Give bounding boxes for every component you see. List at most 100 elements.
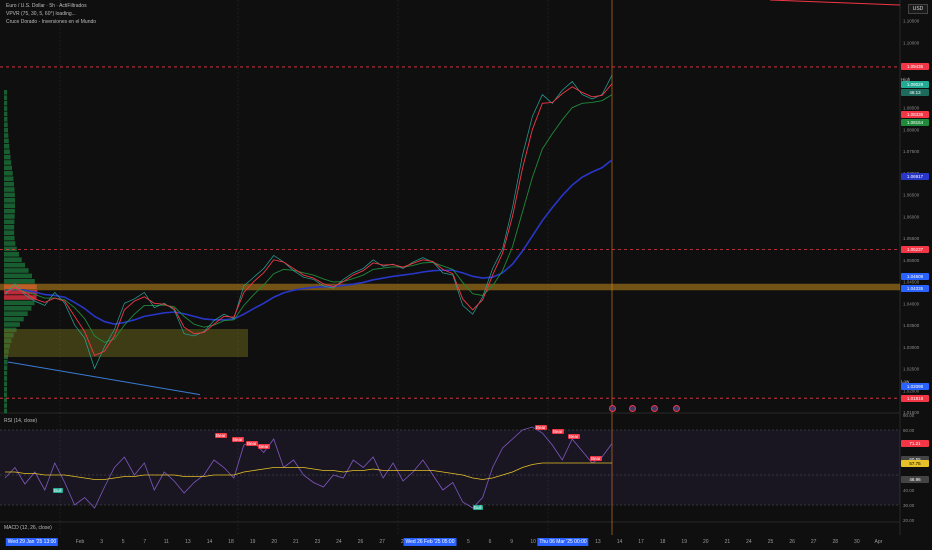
time-tick: 5 (121, 539, 125, 545)
time-tick: 27 (810, 539, 817, 545)
sell-signal: Bear (232, 437, 244, 442)
rsi-title[interactable]: RSI (14, close) (4, 418, 37, 424)
profile-bar (4, 306, 32, 311)
sell-signal: Bear (535, 425, 547, 430)
time-tick: 7 (143, 539, 147, 545)
time-tick: 21 (724, 539, 731, 545)
rsi-band (0, 430, 900, 505)
profile-bar (4, 111, 8, 117)
time-tick: 23 (314, 539, 321, 545)
indicator-cruce[interactable]: Cruce Dorado - Inversiones en el Mundo (6, 19, 96, 25)
rsi-tick: 30.00 (903, 503, 915, 508)
profile-bar (4, 360, 8, 365)
event-marker-icon[interactable] (609, 405, 616, 412)
time-tick: 18 (228, 539, 234, 545)
time-tick: 9 (510, 539, 513, 545)
price-tick: 1.05500 (903, 236, 920, 241)
profile-bar (4, 225, 15, 230)
ema-mid-line (4, 94, 613, 343)
time-tick: 27 (379, 539, 385, 545)
buy-signal: Bull (53, 488, 63, 493)
price-series (4, 74, 613, 370)
price-tick: 1.04500 (903, 280, 920, 285)
time-tick: 24 (336, 539, 342, 545)
price-tick: 1.06500 (903, 193, 920, 198)
profile-bar (4, 192, 15, 198)
time-highlight: Wed 26 Feb '25 05:00 (403, 538, 457, 546)
price-tag: 1.04335 (901, 285, 929, 293)
event-marker-icon[interactable] (673, 405, 680, 412)
ema-slow-line (4, 159, 613, 325)
profile-bar (4, 95, 8, 100)
time-tick: 14 (206, 539, 213, 545)
profile-bar (4, 214, 15, 219)
profile-bar (4, 376, 8, 381)
price-tick: 1.07500 (903, 149, 920, 154)
profile-bar (4, 408, 8, 414)
rsi-tick: 20.00 (903, 518, 915, 523)
time-tick: 13 (595, 539, 601, 545)
profile-bar (4, 165, 12, 171)
trend-line-top (769, 0, 901, 6)
profile-bar (4, 122, 8, 127)
high-label: High (901, 77, 911, 82)
profile-bar (4, 387, 8, 392)
time-tick: Apr (874, 539, 883, 545)
profile-bar (4, 273, 33, 279)
sell-signal: Bear (258, 444, 270, 449)
profile-bar (4, 203, 16, 208)
time-tick: 28 (832, 539, 839, 545)
profile-bar (4, 279, 35, 284)
sell-signal: Bear (552, 429, 564, 434)
rsi-tag: 57.75 (901, 459, 929, 467)
price-tag: 1.08336 (901, 111, 929, 119)
event-marker-icon[interactable] (651, 405, 658, 412)
profile-bar (4, 252, 19, 257)
time-tick: 14 (616, 539, 623, 545)
profile-bar (4, 370, 8, 376)
time-tick: 13 (185, 539, 191, 545)
price-tick: 1.08000 (903, 127, 920, 132)
trend-line (7, 361, 201, 396)
profile-bar (4, 268, 29, 273)
symbol-title: Euro / U.S. Dollar · 5h · ActiFiltrados (6, 3, 87, 9)
time-tick: 19 (249, 539, 256, 545)
time-highlight: Thu 06 Mar '25 00:00 (537, 538, 589, 546)
macd-title[interactable]: MACD (12, 26, close) (4, 525, 52, 531)
profile-bar (4, 322, 20, 327)
rsi-tick: 40.00 (903, 488, 915, 493)
profile-bar (4, 392, 8, 397)
buy-signal: Bull (473, 505, 483, 510)
profile-bar (4, 144, 10, 149)
ema-fast-line (4, 83, 613, 357)
time-tick: 19 (681, 539, 687, 545)
profile-bar (4, 127, 8, 133)
profile-bar (4, 300, 35, 306)
time-tick: 18 (659, 539, 666, 545)
sell-signal: Bear (246, 441, 258, 446)
time-tick: 6 (488, 539, 492, 545)
price-tick: 1.03500 (903, 323, 920, 328)
indicator-vpvr[interactable]: VPVR (75, 30, 5, 60°) loading... (6, 11, 76, 17)
profile-bar (4, 187, 15, 192)
profile-bar (4, 160, 12, 165)
profile-bar (4, 138, 9, 144)
volume-profile (4, 90, 248, 414)
price-chart[interactable]: 1.105001.100001.095001.090001.085001.080… (0, 0, 932, 550)
currency-button[interactable]: USD (908, 4, 928, 14)
price-tick: 1.05000 (903, 258, 920, 263)
profile-bar (4, 176, 14, 181)
time-highlight: Wed 29 Jan '25 13:00 (5, 538, 59, 546)
price-tag: 1.09436 (901, 63, 929, 71)
price-tag: 1.06917 (901, 172, 929, 180)
price-tick: 1.10500 (903, 19, 920, 24)
price-tick: 1.06000 (903, 214, 920, 219)
rsi-pane (0, 426, 900, 509)
rsi-tag: 46.96 (901, 476, 929, 484)
price-tick: 1.02500 (903, 367, 920, 372)
event-marker-icon[interactable] (629, 405, 636, 412)
price-tag: 1.09029 (901, 81, 929, 89)
time-tick: 25 (767, 539, 774, 545)
profile-bar (4, 90, 8, 95)
profile-bar (4, 246, 17, 252)
